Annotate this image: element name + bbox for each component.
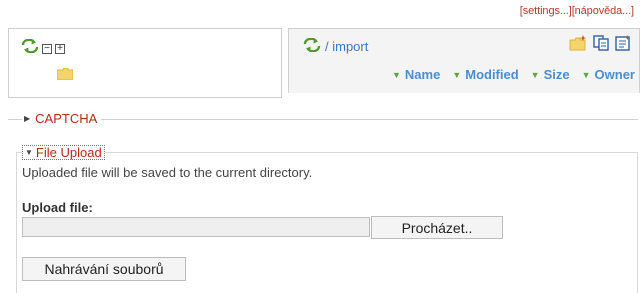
collapse-all-button[interactable]: − [42,43,52,54]
file-toolbar [569,35,631,56]
current-path[interactable]: / import [325,39,368,54]
file-list-panel: / import ▼ Name ▼ Modified ▼ Size ▼ Owne… [288,28,640,93]
paste-icon[interactable] [615,35,631,56]
tree-toolbar: − + [21,38,65,58]
column-owner[interactable]: ▼ Owner [570,67,635,82]
expand-all-button[interactable]: + [55,43,65,54]
upload-submit-button[interactable]: Nahrávání souborů [22,257,186,281]
file-upload-toggle[interactable]: ▼ File Upload [22,145,105,160]
sort-arrow-icon: ▼ [452,69,462,80]
captcha-divider [8,119,638,120]
expand-arrow-icon: ▶ [24,114,31,123]
new-folder-icon[interactable] [569,35,587,56]
settings-link[interactable]: [settings...] [520,5,572,17]
collapse-arrow-icon: ▼ [25,148,33,157]
browse-button[interactable]: Procházet.. [371,216,503,239]
upload-file-label: Upload file: [22,200,93,215]
sort-arrow-icon: ▼ [391,69,401,80]
captcha-toggle[interactable]: ▶ CAPTCHA [22,111,102,126]
column-size[interactable]: ▼ Size [519,67,570,82]
captcha-label: CAPTCHA [35,111,98,126]
folder-icon[interactable] [56,67,74,85]
column-modified[interactable]: ▼ Modified [440,67,518,82]
refresh-icon[interactable] [21,38,39,58]
upload-file-path-field[interactable] [22,217,370,237]
help-link[interactable]: [nápověda...] [572,5,634,17]
folder-tree-panel: − + [8,28,282,98]
refresh-icon[interactable] [303,37,321,55]
top-links: [settings...][nápověda...] [520,5,634,17]
column-name[interactable]: ▼ Name [380,67,440,82]
sort-arrow-icon: ▼ [530,69,540,80]
path-bar: / import [303,37,368,55]
upload-info-text: Uploaded file will be saved to the curre… [22,165,313,180]
column-headers: ▼ Name ▼ Modified ▼ Size ▼ Owner [380,67,635,82]
file-upload-legend: File Upload [35,145,102,160]
copy-icon[interactable] [593,35,609,56]
sort-arrow-icon: ▼ [581,69,591,80]
